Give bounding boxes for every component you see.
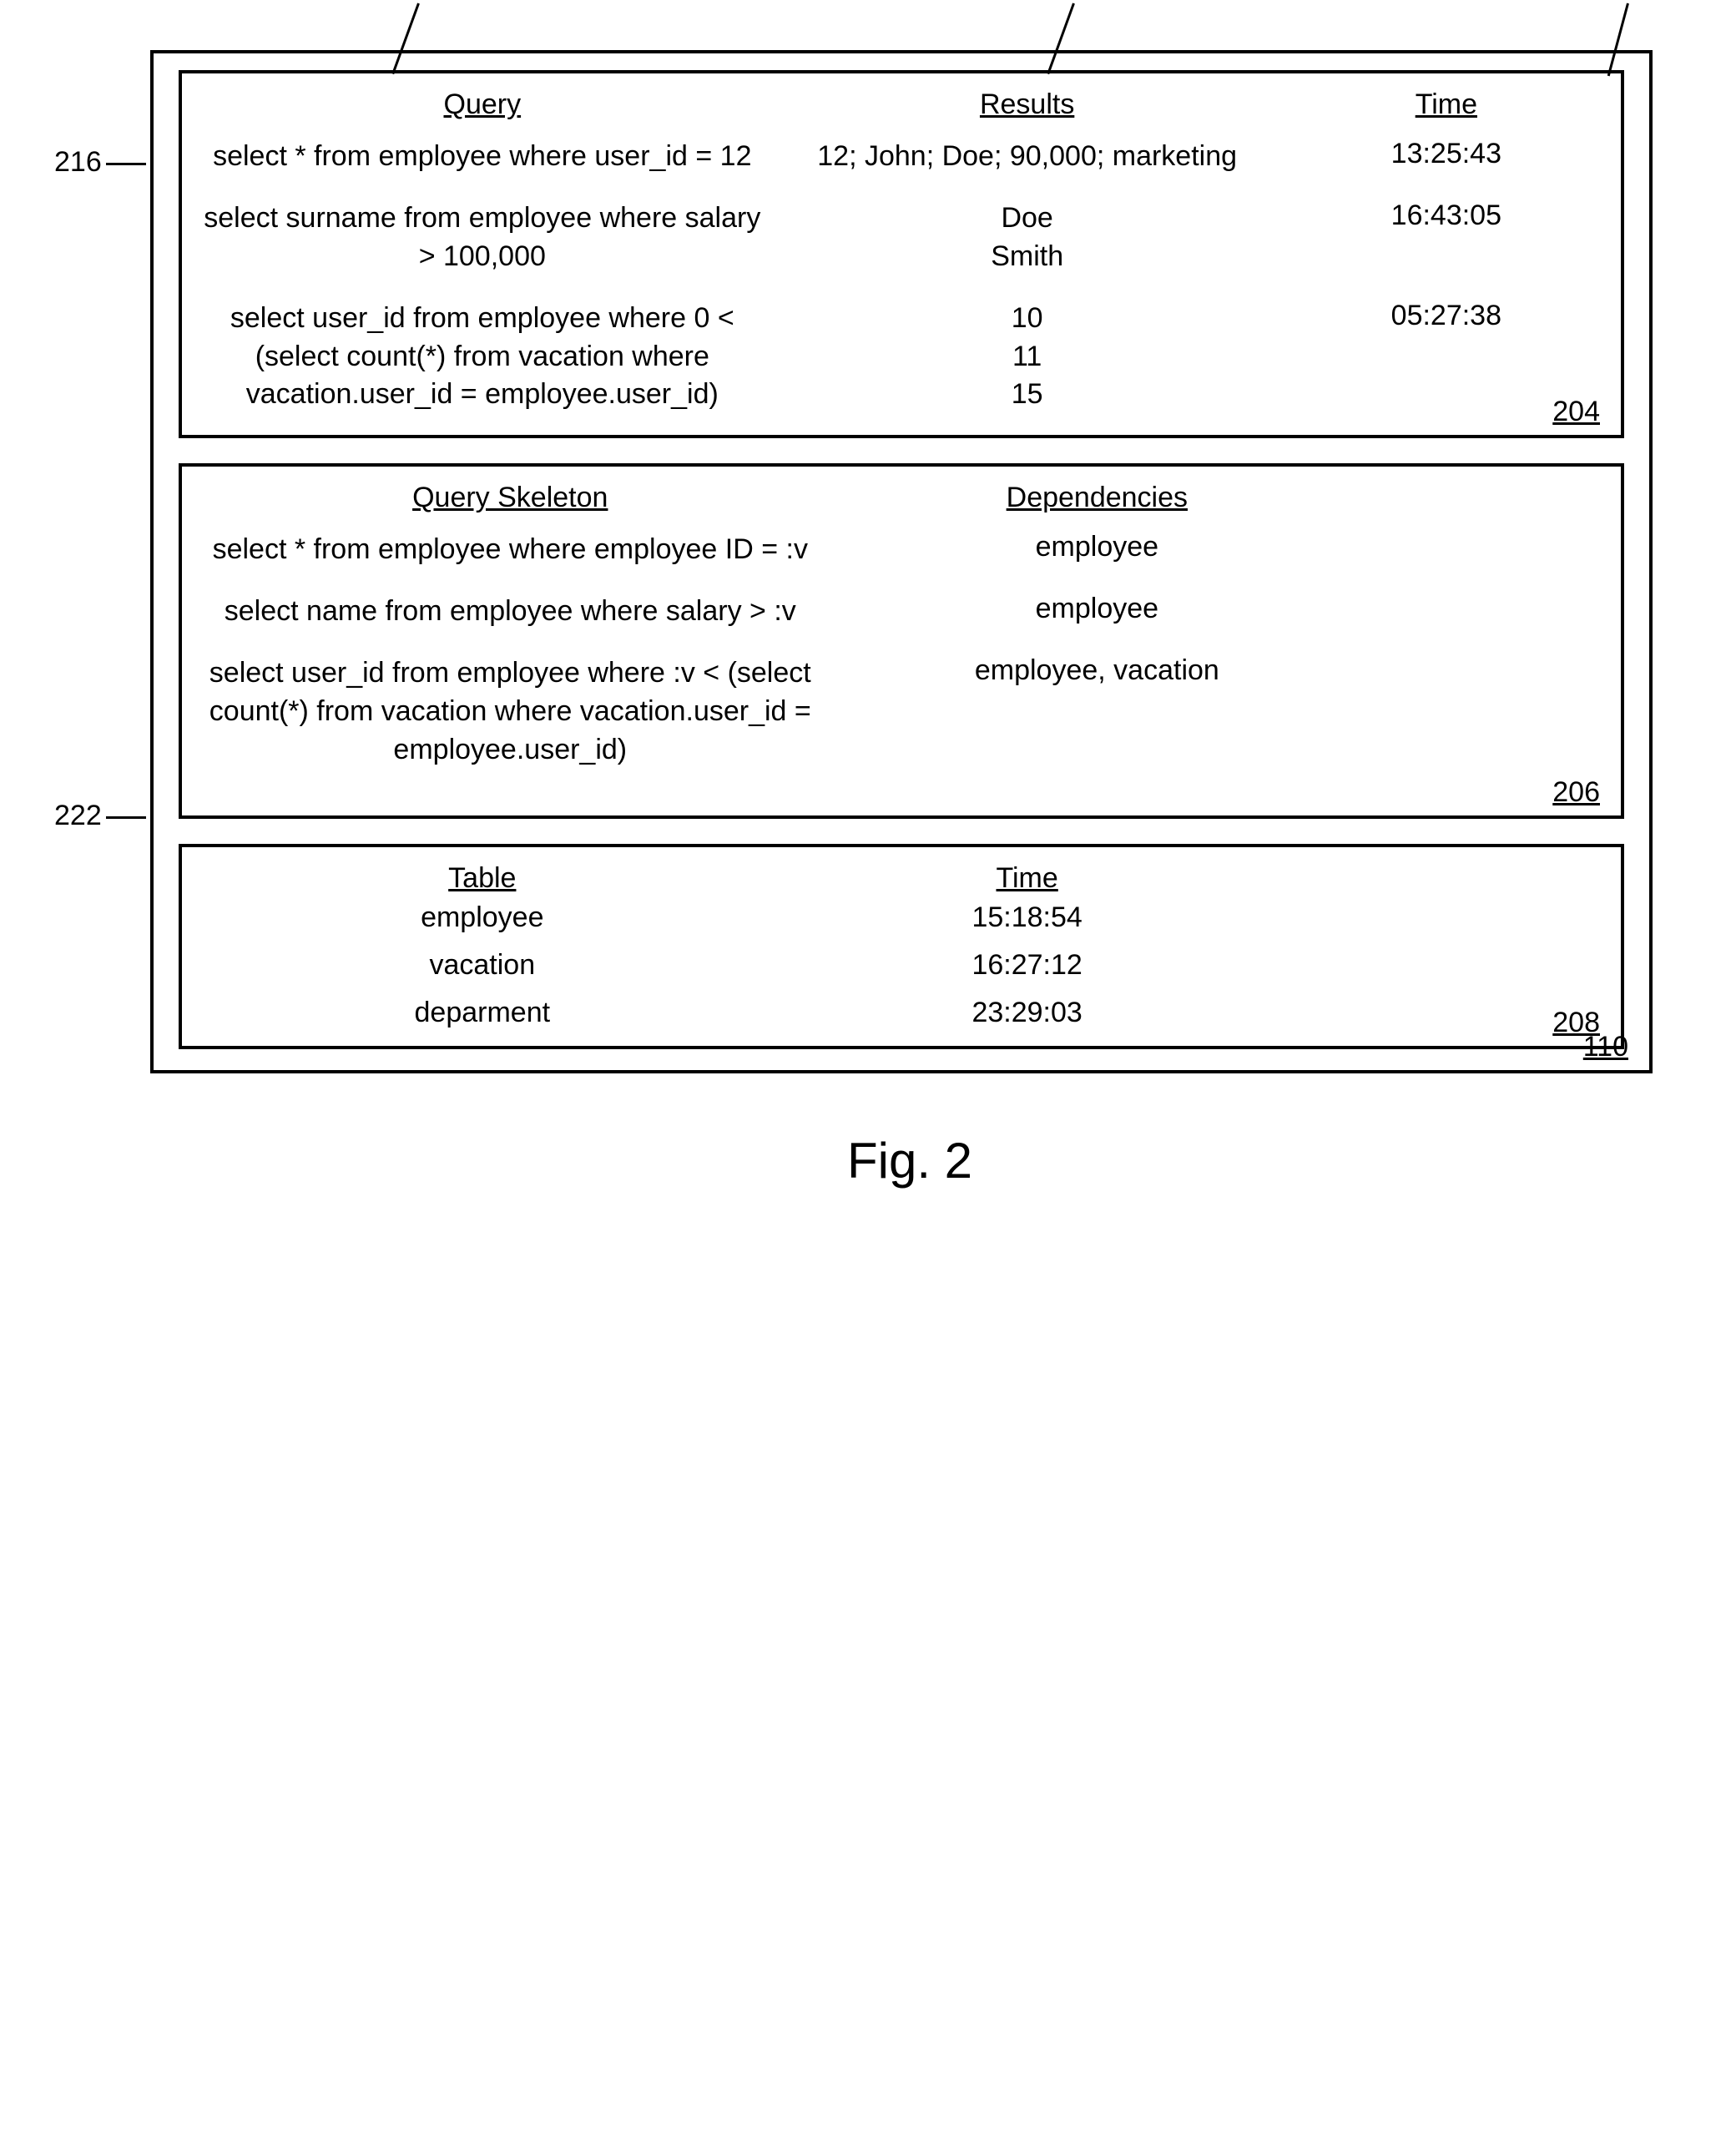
- results-cell: Doe Smith: [762, 199, 1293, 276]
- top-callouts: 210 212 214: [150, 0, 1653, 50]
- time-cell: 13:25:43: [1293, 138, 1600, 170]
- time-cell: 16:43:05: [1293, 199, 1600, 232]
- table-cell: deparment: [203, 997, 762, 1029]
- header-time: Time: [1293, 88, 1600, 121]
- box1-label: 204: [1552, 396, 1600, 428]
- time-cell: 16:27:12: [762, 949, 1293, 982]
- query-results-box: Query Results Time select * from employe…: [179, 70, 1624, 438]
- outer-box-label: 110: [1583, 1031, 1628, 1063]
- header-deps: Dependencies: [818, 482, 1377, 514]
- skeleton-cell: select * from employee where employee ID…: [203, 531, 818, 569]
- table-row: select surname from employee where salar…: [203, 199, 1600, 276]
- callout-210: 210: [392, 0, 440, 1]
- table-cell: vacation: [203, 949, 762, 982]
- header-table: Table: [203, 862, 762, 895]
- box2-headers: Query Skeleton Dependencies: [203, 482, 1600, 514]
- query-cell: select * from employee where user_id = 1…: [203, 138, 762, 176]
- box3-headers: Table Time: [203, 862, 1600, 895]
- header-results: Results: [762, 88, 1293, 121]
- query-cell: select user_id from employee where 0 < (…: [203, 300, 762, 415]
- figure-caption: Fig. 2: [150, 1132, 1669, 1189]
- time-cell: 23:29:03: [762, 997, 1293, 1029]
- table-row: deparment 23:29:03: [203, 997, 1600, 1029]
- deps-cell: employee: [818, 593, 1377, 625]
- callout-222: 222: [54, 800, 102, 832]
- header-query: Query: [203, 88, 762, 121]
- skeleton-cell: select user_id from employee where :v < …: [203, 654, 818, 770]
- callout-line-216: [106, 163, 146, 165]
- table-row: vacation 16:27:12: [203, 949, 1600, 982]
- table-row: select * from employee where employee ID…: [203, 531, 1600, 569]
- query-cell: select surname from employee where salar…: [203, 199, 762, 276]
- table-row: select user_id from employee where :v < …: [203, 654, 1600, 770]
- results-cell: 12; John; Doe; 90,000; marketing: [762, 138, 1293, 176]
- table-row: employee 15:18:54: [203, 901, 1600, 934]
- outer-box: Query Results Time select * from employe…: [150, 50, 1653, 1073]
- table-row: select name from employee where salary >…: [203, 593, 1600, 631]
- time-cell: 15:18:54: [762, 901, 1293, 934]
- table-time-box: Table Time employee 15:18:54 vacation 16…: [179, 844, 1624, 1049]
- table-cell: employee: [203, 901, 762, 934]
- callout-line-222: [106, 816, 146, 819]
- callout-214: 214: [1605, 0, 1653, 1]
- header-skeleton: Query Skeleton: [203, 482, 818, 514]
- skeleton-cell: select name from employee where salary >…: [203, 593, 818, 631]
- deps-cell: employee, vacation: [818, 654, 1377, 687]
- header-time3: Time: [762, 862, 1293, 895]
- table-row: select * from employee where user_id = 1…: [203, 138, 1600, 176]
- table-row: select user_id from employee where 0 < (…: [203, 300, 1600, 415]
- box1-headers: Query Results Time: [203, 88, 1600, 121]
- time-cell: 05:27:38: [1293, 300, 1600, 332]
- skeleton-deps-box: Query Skeleton Dependencies select * fro…: [179, 463, 1624, 818]
- box2-label: 206: [1552, 776, 1600, 809]
- deps-cell: employee: [818, 531, 1377, 563]
- results-cell: 10 11 15: [762, 300, 1293, 415]
- callout-216: 216: [54, 146, 102, 179]
- callout-212: 212: [1047, 0, 1095, 1]
